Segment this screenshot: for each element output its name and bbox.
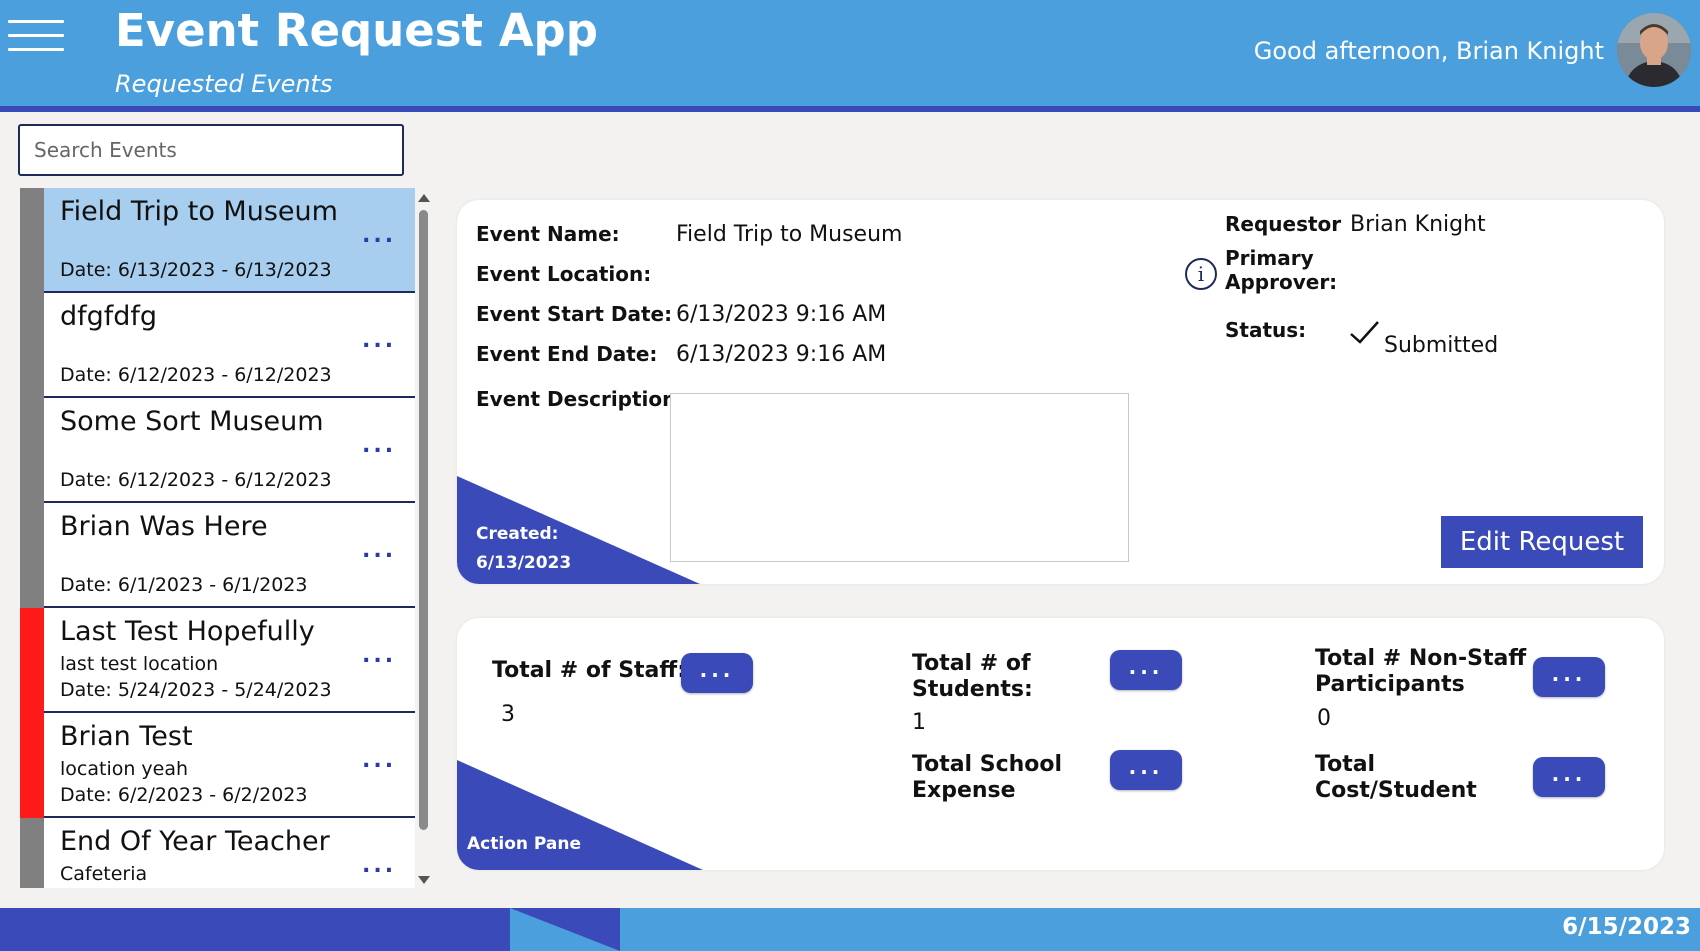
status-stripe (20, 398, 44, 503)
event-title: End Of Year Teacher (60, 826, 330, 857)
more-options-icon[interactable]: ... (362, 330, 402, 352)
total-expense-button[interactable]: ... (1110, 750, 1182, 790)
event-title: Last Test Hopefully (60, 616, 315, 647)
search-input[interactable] (18, 124, 404, 176)
more-options-icon[interactable]: ... (362, 435, 402, 457)
primary-approver-label-line1: Primary (1225, 246, 1314, 270)
primary-approver-label-line2: Approver: (1225, 270, 1338, 294)
app-footer: 6/15/2023 (0, 908, 1700, 951)
action-pane-card: Total # of Staff: 3 ... Total # of Stude… (457, 618, 1664, 870)
list-item[interactable]: Brian Was Here Date: 6/1/2023 - 6/1/2023… (20, 503, 415, 608)
event-description-box (670, 393, 1129, 562)
created-label: Created: (476, 524, 559, 544)
event-title: Brian Test (60, 721, 193, 752)
status-stripe (20, 503, 44, 608)
total-staff-label: Total # of Staff: (492, 658, 687, 683)
header-accent-bar (0, 106, 1700, 112)
total-cost-label-line2: Cost/Student (1315, 778, 1477, 803)
total-students-label-line2: Students: (912, 677, 1033, 702)
event-title: Some Sort Museum (60, 406, 324, 437)
hamburger-menu-icon[interactable] (8, 20, 64, 52)
list-item[interactable]: dfgfdfg Date: 6/12/2023 - 6/12/2023 ... (20, 293, 415, 398)
event-date: Date: 6/12/2023 - 6/12/2023 (60, 364, 332, 386)
event-description-label: Event Description: (476, 387, 685, 411)
list-item[interactable]: Last Test Hopefully last test location D… (20, 608, 415, 713)
list-item[interactable]: Some Sort Museum Date: 6/12/2023 - 6/12/… (20, 398, 415, 503)
status-stripe (20, 818, 44, 888)
user-avatar[interactable] (1617, 13, 1691, 87)
event-name-value: Field Trip to Museum (676, 222, 903, 247)
more-options-icon[interactable]: ... (362, 225, 402, 247)
total-nonstaff-label-line1: Total # Non-Staff (1315, 646, 1527, 671)
total-staff-button[interactable]: ... (681, 653, 753, 693)
app-header: Event Request App Requested Events Good … (0, 0, 1700, 106)
event-location: location yeah (60, 758, 189, 780)
event-title: Field Trip to Museum (60, 196, 338, 227)
total-expense-label-line1: Total School (912, 752, 1063, 777)
list-item[interactable]: End Of Year Teacher Cafeteria ... (20, 818, 415, 888)
status-stripe (20, 188, 44, 293)
event-end-label: Event End Date: (476, 342, 658, 366)
status-label: Status: (1225, 318, 1307, 342)
checkmark-icon (1350, 321, 1379, 344)
list-scrollbar[interactable] (417, 190, 431, 888)
event-title: dfgfdfg (60, 301, 158, 332)
event-date: Date: 5/24/2023 - 5/24/2023 (60, 679, 332, 701)
event-date: Date: 6/12/2023 - 6/12/2023 (60, 469, 332, 491)
page-subtitle: Requested Events (115, 70, 333, 98)
requestor-value: Brian Knight (1350, 212, 1486, 237)
created-date: 6/13/2023 (476, 553, 572, 573)
event-location: Cafeteria (60, 863, 148, 885)
total-expense-label-line2: Expense (912, 778, 1016, 803)
more-options-icon[interactable]: ... (362, 750, 402, 772)
event-start-value: 6/13/2023 9:16 AM (676, 302, 887, 327)
total-nonstaff-label-line2: Participants (1315, 672, 1465, 697)
event-title: Brian Was Here (60, 511, 268, 542)
footer-accent-band (0, 908, 510, 951)
event-date: Date: 6/2/2023 - 6/2/2023 (60, 784, 308, 806)
scroll-down-icon[interactable] (418, 876, 430, 884)
total-students-value: 1 (912, 710, 926, 735)
current-date: 6/15/2023 (1562, 914, 1691, 940)
user-greeting: Good afternoon, Brian Knight (1253, 37, 1604, 65)
list-item[interactable]: Brian Test location yeah Date: 6/2/2023 … (20, 713, 415, 818)
total-cost-button[interactable]: ... (1533, 757, 1605, 797)
event-start-label: Event Start Date: (476, 302, 673, 326)
status-stripe (20, 713, 44, 818)
event-location: last test location (60, 653, 219, 675)
total-nonstaff-button[interactable]: ... (1533, 657, 1605, 697)
event-details-card: Event Name: Field Trip to Museum Event L… (457, 200, 1664, 584)
app-title: Event Request App (115, 4, 598, 57)
footer-accent-slope (510, 908, 620, 951)
total-cost-label-line1: Total (1315, 752, 1376, 777)
event-date: Date: 6/1/2023 - 6/1/2023 (60, 574, 308, 596)
edit-request-button[interactable]: Edit Request (1441, 516, 1643, 568)
total-staff-value: 3 (501, 702, 515, 727)
event-name-label: Event Name: (476, 222, 620, 246)
status-stripe (20, 608, 44, 713)
scroll-up-icon[interactable] (418, 194, 430, 202)
info-icon[interactable]: i (1185, 258, 1217, 290)
event-date: Date: 6/13/2023 - 6/13/2023 (60, 259, 332, 281)
action-pane-label: Action Pane (467, 834, 581, 854)
event-location-label: Event Location: (476, 262, 652, 286)
event-end-value: 6/13/2023 9:16 AM (676, 342, 887, 367)
status-stripe (20, 293, 44, 398)
status-value: Submitted (1384, 333, 1499, 358)
requestor-label: Requestor (1225, 212, 1342, 236)
total-students-label-line1: Total # of (912, 651, 1031, 676)
total-students-button[interactable]: ... (1110, 650, 1182, 690)
total-nonstaff-value: 0 (1317, 706, 1331, 731)
list-item[interactable]: Field Trip to Museum Date: 6/13/2023 - 6… (20, 188, 415, 293)
more-options-icon[interactable]: ... (362, 855, 402, 877)
more-options-icon[interactable]: ... (362, 540, 402, 562)
event-list[interactable]: Field Trip to Museum Date: 6/13/2023 - 6… (20, 188, 415, 888)
more-options-icon[interactable]: ... (362, 645, 402, 667)
scroll-thumb[interactable] (419, 210, 428, 830)
